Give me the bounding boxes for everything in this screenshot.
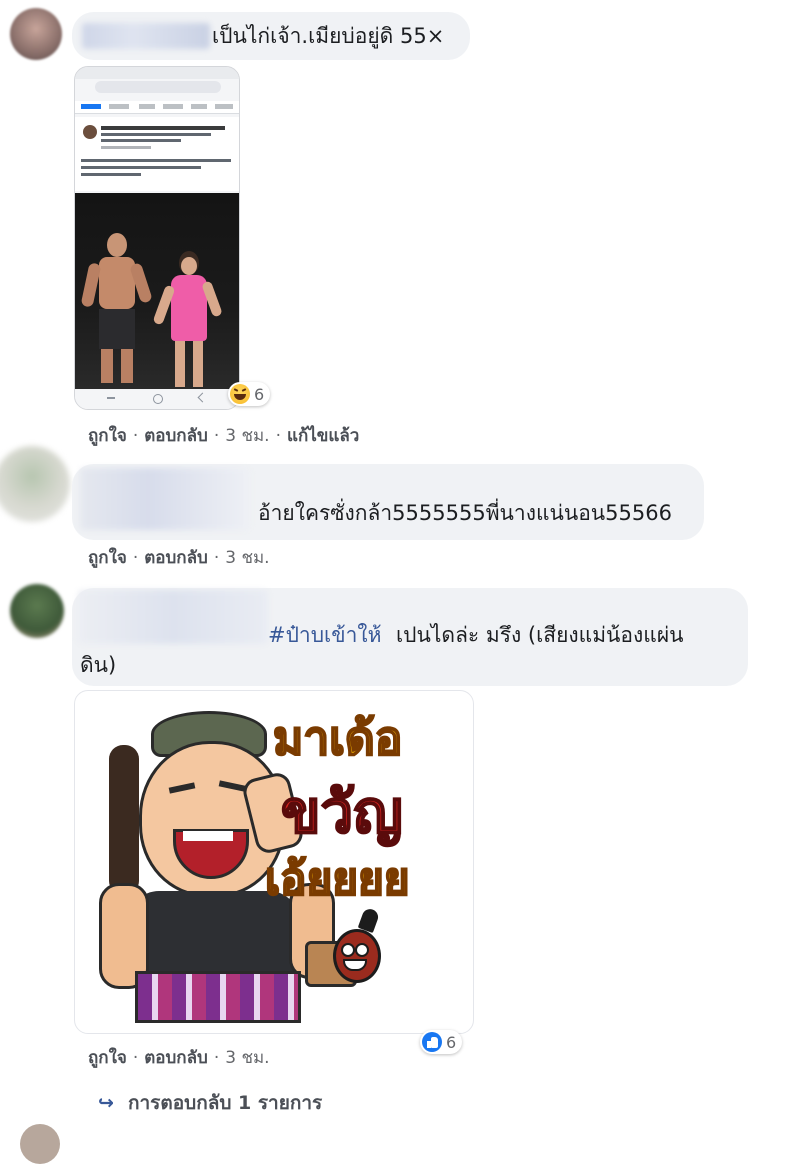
commenter-name-blurred[interactable] bbox=[82, 23, 210, 49]
comment-sticker[interactable]: มาเด้อ ขวัญ เอ้ยยยย bbox=[74, 690, 474, 1034]
reply-link[interactable]: ตอบกลับ bbox=[144, 544, 208, 571]
reaction-count: 6 bbox=[446, 1032, 457, 1052]
comment-bubble: #ป๋าบเข้าให้ เปนไดล่ะ มรึง (เสียงแม่น้อง… bbox=[72, 588, 748, 686]
sticker-caption-3: เอ้ยยยย bbox=[264, 853, 411, 906]
timestamp[interactable]: 3 ชม. bbox=[225, 544, 269, 571]
photo-person-woman bbox=[152, 251, 223, 387]
screenshot-tab-bar bbox=[75, 101, 239, 114]
commenter-avatar[interactable] bbox=[10, 8, 62, 60]
reaction-count: 6 bbox=[254, 384, 265, 404]
like-link[interactable]: ถูกใจ bbox=[88, 422, 127, 449]
comment-actions: ถูกใจ · ตอบกลับ · 3 ชม. bbox=[88, 1044, 270, 1071]
attached-screenshot-image[interactable] bbox=[74, 66, 240, 410]
like-link[interactable]: ถูกใจ bbox=[88, 544, 127, 571]
reaction-count-badge[interactable]: 6 bbox=[420, 1030, 463, 1054]
edited-label[interactable]: แก้ไขแล้ว bbox=[287, 422, 359, 449]
commenter-avatar[interactable] bbox=[0, 446, 70, 522]
comment-actions: ถูกใจ · ตอบกลับ · 3 ชม. · แก้ไขแล้ว bbox=[88, 422, 359, 449]
screenshot-nav-bar bbox=[75, 389, 239, 409]
comment-text: เปนไดล่ะ มรึง (เสียงแม่น้องแผ่นดิน) bbox=[80, 623, 684, 677]
comment-actions: ถูกใจ · ตอบกลับ · 3 ชม. bbox=[88, 544, 270, 571]
reaction-count-badge[interactable]: 6 bbox=[228, 382, 271, 406]
screenshot-search-bar bbox=[95, 81, 221, 93]
commenter-name-blurred[interactable] bbox=[80, 468, 250, 530]
reply-arrow-icon: ↪ bbox=[98, 1092, 114, 1114]
photo-person-man bbox=[80, 233, 153, 383]
sticker-caption-2: ขวัญ bbox=[280, 777, 404, 847]
reply-link[interactable]: ตอบกลับ bbox=[144, 422, 208, 449]
view-replies-label: การตอบกลับ 1 รายการ bbox=[128, 1092, 323, 1114]
reply-link[interactable]: ตอบกลับ bbox=[144, 1044, 208, 1071]
sticker-mascot bbox=[325, 906, 381, 983]
like-link[interactable]: ถูกใจ bbox=[88, 1044, 127, 1071]
next-commenter-avatar[interactable] bbox=[20, 1124, 60, 1164]
view-replies-link[interactable]: ↪ การตอบกลับ 1 รายการ bbox=[98, 1088, 322, 1118]
timestamp[interactable]: 3 ชม. bbox=[225, 1044, 269, 1071]
timestamp[interactable]: 3 ชม. bbox=[225, 422, 269, 449]
comment-bubble: อ้ายใครซั่งกล้า5555555พี่นางแน่นอน55566 bbox=[72, 464, 704, 540]
sticker-caption-1: มาเด้อ bbox=[272, 710, 403, 766]
screenshot-status-bar bbox=[75, 67, 239, 79]
screenshot-photo bbox=[75, 193, 239, 389]
screenshot-post-card bbox=[75, 117, 239, 191]
comment-text: อ้ายใครซั่งกล้า5555555พี่นางแน่นอน55566 bbox=[258, 501, 672, 525]
like-thumb-icon bbox=[422, 1032, 442, 1052]
comment-text: เป็นไก่เจ้า.เมียบ่อยู่ดิ 55× bbox=[212, 24, 445, 48]
comment-bubble: เป็นไก่เจ้า.เมียบ่อยู่ดิ 55× bbox=[72, 12, 470, 60]
haha-emoji-icon bbox=[230, 384, 250, 404]
commenter-avatar[interactable] bbox=[10, 584, 64, 638]
